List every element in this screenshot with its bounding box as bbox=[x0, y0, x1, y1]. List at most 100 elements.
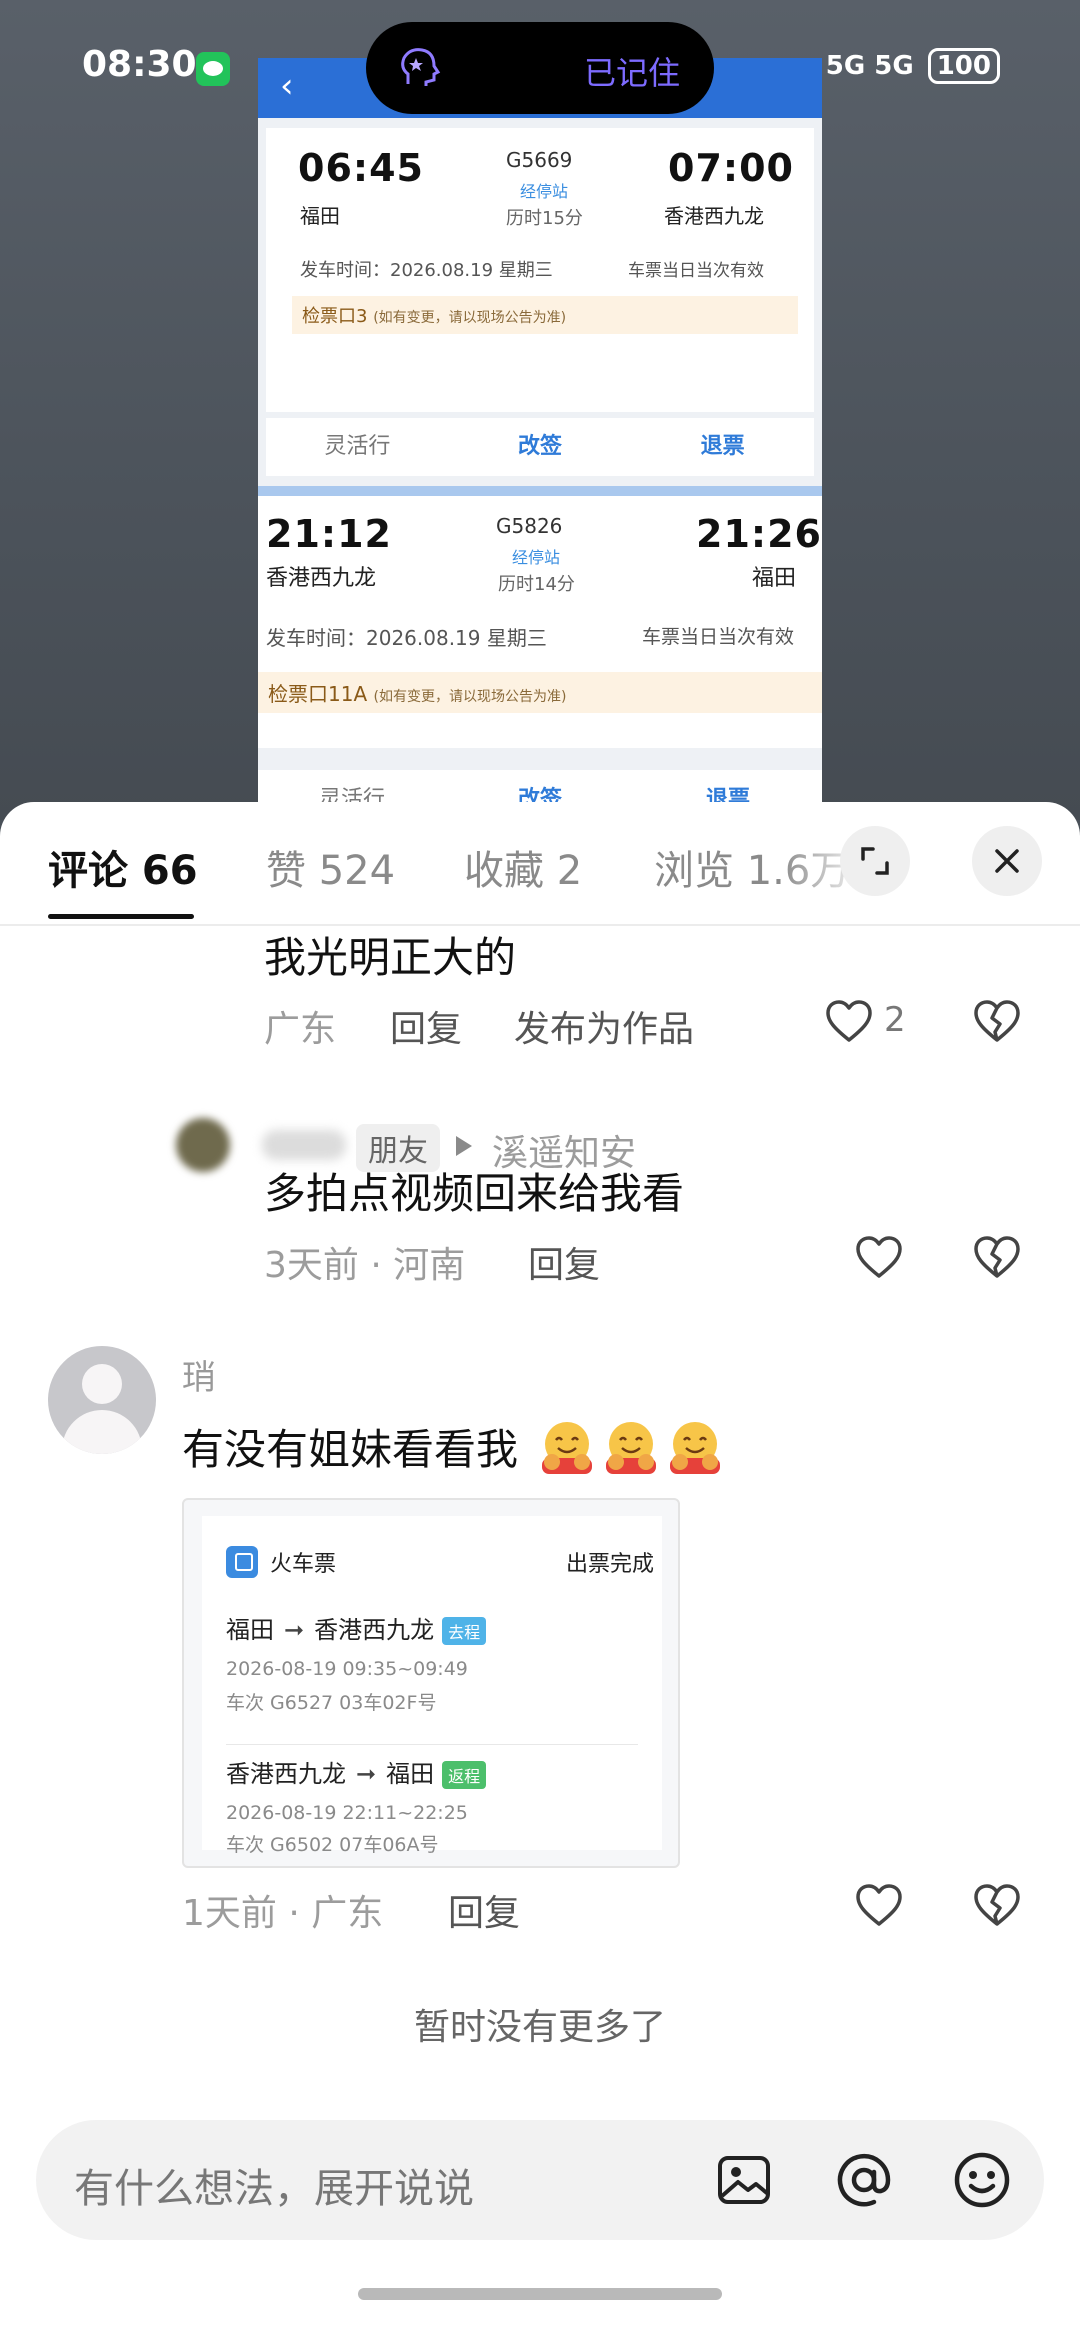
dynamic-island-pill[interactable]: 已记住 bbox=[366, 22, 714, 114]
change-ticket-button: 改签 bbox=[518, 434, 563, 459]
gate-note: (如有变更，请以现场公告为准) bbox=[373, 310, 567, 326]
arrow-icon: ➞ bbox=[356, 1760, 377, 1788]
reply-button[interactable]: 回复 bbox=[390, 1000, 462, 1052]
expand-icon bbox=[861, 847, 889, 875]
arrow-icon: ➞ bbox=[284, 1616, 305, 1644]
at-mention-icon[interactable] bbox=[834, 2150, 894, 2210]
comment-time-location: 1天前 · 广东 bbox=[182, 1893, 384, 1934]
outbound-train: 车次 G6527 03车02F号 bbox=[226, 1692, 437, 1714]
close-button[interactable] bbox=[972, 826, 1042, 896]
tab-bar: 评论 66 赞 524 收藏 2 浏览 1.6万 bbox=[0, 802, 1080, 926]
gate-info: 检票口11A (如有变更，请以现场公告为准) bbox=[258, 672, 822, 713]
to-station: 香港西九龙 bbox=[314, 1616, 435, 1644]
hugging-face-emoji-icon bbox=[606, 1422, 656, 1474]
network-indicator: 5G 5G bbox=[825, 51, 914, 81]
tab-likes[interactable]: 赞 524 bbox=[266, 838, 395, 896]
arrival-time: 07:00 bbox=[668, 146, 794, 190]
ticket-status: 出票完成 bbox=[565, 1552, 654, 1577]
commenter-avatar[interactable] bbox=[48, 1346, 156, 1454]
to-station: 福田 bbox=[386, 1760, 435, 1788]
no-more-comments-label: 暂时没有更多了 bbox=[413, 2007, 666, 2048]
battery-indicator: 100 bbox=[927, 48, 1000, 84]
hugging-face-emoji-icon bbox=[670, 1422, 720, 1474]
like-heart-icon[interactable] bbox=[824, 998, 874, 1046]
validity-note: 车票当日当次有效 bbox=[628, 261, 764, 281]
duration: 历时15分 bbox=[506, 208, 583, 229]
wechat-notification-icon bbox=[196, 52, 230, 86]
image-icon[interactable] bbox=[716, 2152, 772, 2208]
avatar-head bbox=[82, 1364, 122, 1404]
validity-note: 车票当日当次有效 bbox=[642, 626, 795, 648]
reply-arrow-icon bbox=[456, 1136, 472, 1156]
ticket-card-return: 21:12 香港西九龙 G5826 经停站 历时14分 21:26 福田 发车时… bbox=[258, 496, 822, 748]
stops-link: 经停站 bbox=[512, 548, 561, 567]
dislike-broken-heart-icon[interactable] bbox=[972, 1882, 1022, 1930]
expand-button[interactable] bbox=[840, 826, 910, 896]
comment-sheet: 评论 66 赞 524 收藏 2 浏览 1.6万 我光明正大的 广东 回复 发布… bbox=[0, 802, 1080, 2330]
departure-time: 06:45 bbox=[298, 146, 424, 190]
return-train: 车次 G6502 07车06A号 bbox=[226, 1834, 439, 1856]
departure-station: 香港西九龙 bbox=[266, 566, 377, 591]
return-time: 2026-08-19 22:11~22:25 bbox=[226, 1802, 468, 1824]
train-number: G5826 bbox=[496, 514, 563, 538]
status-time: 08:30 bbox=[82, 44, 197, 85]
from-station: 香港西九龙 bbox=[226, 1760, 346, 1788]
ticket-card-outbound: 06:45 福田 G5669 经停站 历时15分 07:00 香港西九龙 发车时… bbox=[266, 128, 814, 412]
attached-ticket-image[interactable]: 火车票 出票完成 福田 ➞ 香港西九龙 去程 2026-08-19 09:35~09:… bbox=[182, 1498, 680, 1868]
commenter-avatar[interactable] bbox=[176, 1118, 230, 1172]
comment-time-location: 3天前 · 河南 bbox=[264, 1245, 466, 1286]
like-heart-icon[interactable] bbox=[854, 1882, 904, 1930]
gate-number: 检票口3 bbox=[302, 306, 368, 327]
outbound-route: 福田 ➞ 香港西九龙 去程 bbox=[226, 1610, 487, 1645]
comment-input-bar[interactable]: 有什么想法，展开说说 bbox=[36, 2120, 1044, 2240]
train-number: G5669 bbox=[506, 148, 573, 172]
departure-date: 发车时间：2026.08.19 星期三 bbox=[266, 626, 547, 650]
commenter-username[interactable]: 琑 bbox=[182, 1350, 216, 1399]
card-title: 火车票 bbox=[270, 1552, 337, 1577]
train-ticket-card: 火车票 出票完成 福田 ➞ 香港西九龙 去程 2026-08-19 09:35~09:… bbox=[202, 1516, 662, 1856]
flexible-travel-button: 灵活行 bbox=[324, 434, 391, 459]
commenter-name-blurred[interactable] bbox=[262, 1130, 346, 1160]
hugging-face-emoji-icon bbox=[542, 1422, 592, 1474]
outbound-time: 2026-08-19 09:35~09:49 bbox=[226, 1658, 468, 1680]
pill-label: 已记住 bbox=[583, 54, 680, 92]
gate-number: 检票口11A bbox=[268, 682, 368, 706]
from-station: 福田 bbox=[226, 1616, 274, 1644]
departure-date: 发车时间：2026.08.19 星期三 bbox=[300, 260, 553, 281]
comment-location: 广东 bbox=[264, 1009, 337, 1050]
return-route: 香港西九龙 ➞ 福田 返程 bbox=[226, 1754, 487, 1789]
arrival-station: 福田 bbox=[752, 566, 797, 591]
duration: 历时14分 bbox=[498, 574, 575, 595]
like-count: 2 bbox=[884, 1000, 906, 1040]
active-tab-underline bbox=[48, 914, 194, 919]
stops-link: 经停站 bbox=[520, 182, 569, 201]
departure-station: 福田 bbox=[300, 204, 340, 228]
dislike-broken-heart-icon[interactable] bbox=[972, 1234, 1022, 1282]
dislike-broken-heart-icon[interactable] bbox=[972, 998, 1022, 1046]
ticket-screenshot: ‹ 06:45 福田 G5669 经停站 历时15分 07:00 香港西九龙 发… bbox=[258, 58, 822, 820]
emoji-icon[interactable] bbox=[952, 2150, 1012, 2210]
reply-button[interactable]: 回复 bbox=[528, 1236, 600, 1288]
outbound-tag: 去程 bbox=[442, 1617, 487, 1645]
avatar-body bbox=[62, 1410, 142, 1454]
comment-input-placeholder[interactable]: 有什么想法，展开说说 bbox=[74, 2156, 474, 2214]
arrival-time: 21:26 bbox=[696, 512, 822, 556]
departure-time: 21:12 bbox=[266, 512, 392, 556]
return-tag: 返程 bbox=[442, 1761, 487, 1789]
tab-comments[interactable]: 评论 66 bbox=[48, 838, 198, 896]
close-icon bbox=[995, 849, 1019, 873]
comment-text: 多拍点视频回来给我看 bbox=[264, 1169, 685, 1218]
comment-text: 有没有姐妹看看我 bbox=[182, 1425, 519, 1474]
gate-info: 检票口3 (如有变更，请以现场公告为准) bbox=[292, 296, 798, 334]
ticket-separator bbox=[258, 486, 822, 496]
publish-as-work-button[interactable]: 发布为作品 bbox=[514, 1000, 694, 1052]
like-heart-icon[interactable] bbox=[854, 1234, 904, 1282]
home-indicator[interactable] bbox=[358, 2288, 722, 2300]
memory-head-icon bbox=[401, 48, 441, 86]
ticket-actions-outbound: 灵活行 改签 退票 bbox=[266, 418, 814, 476]
refund-ticket-button: 退票 bbox=[700, 434, 745, 459]
tab-favorites[interactable]: 收藏 2 bbox=[464, 838, 582, 896]
reply-button[interactable]: 回复 bbox=[448, 1884, 520, 1936]
gate-note: (如有变更，请以现场公告为准) bbox=[373, 689, 567, 705]
back-arrow-icon: ‹ bbox=[280, 66, 294, 106]
